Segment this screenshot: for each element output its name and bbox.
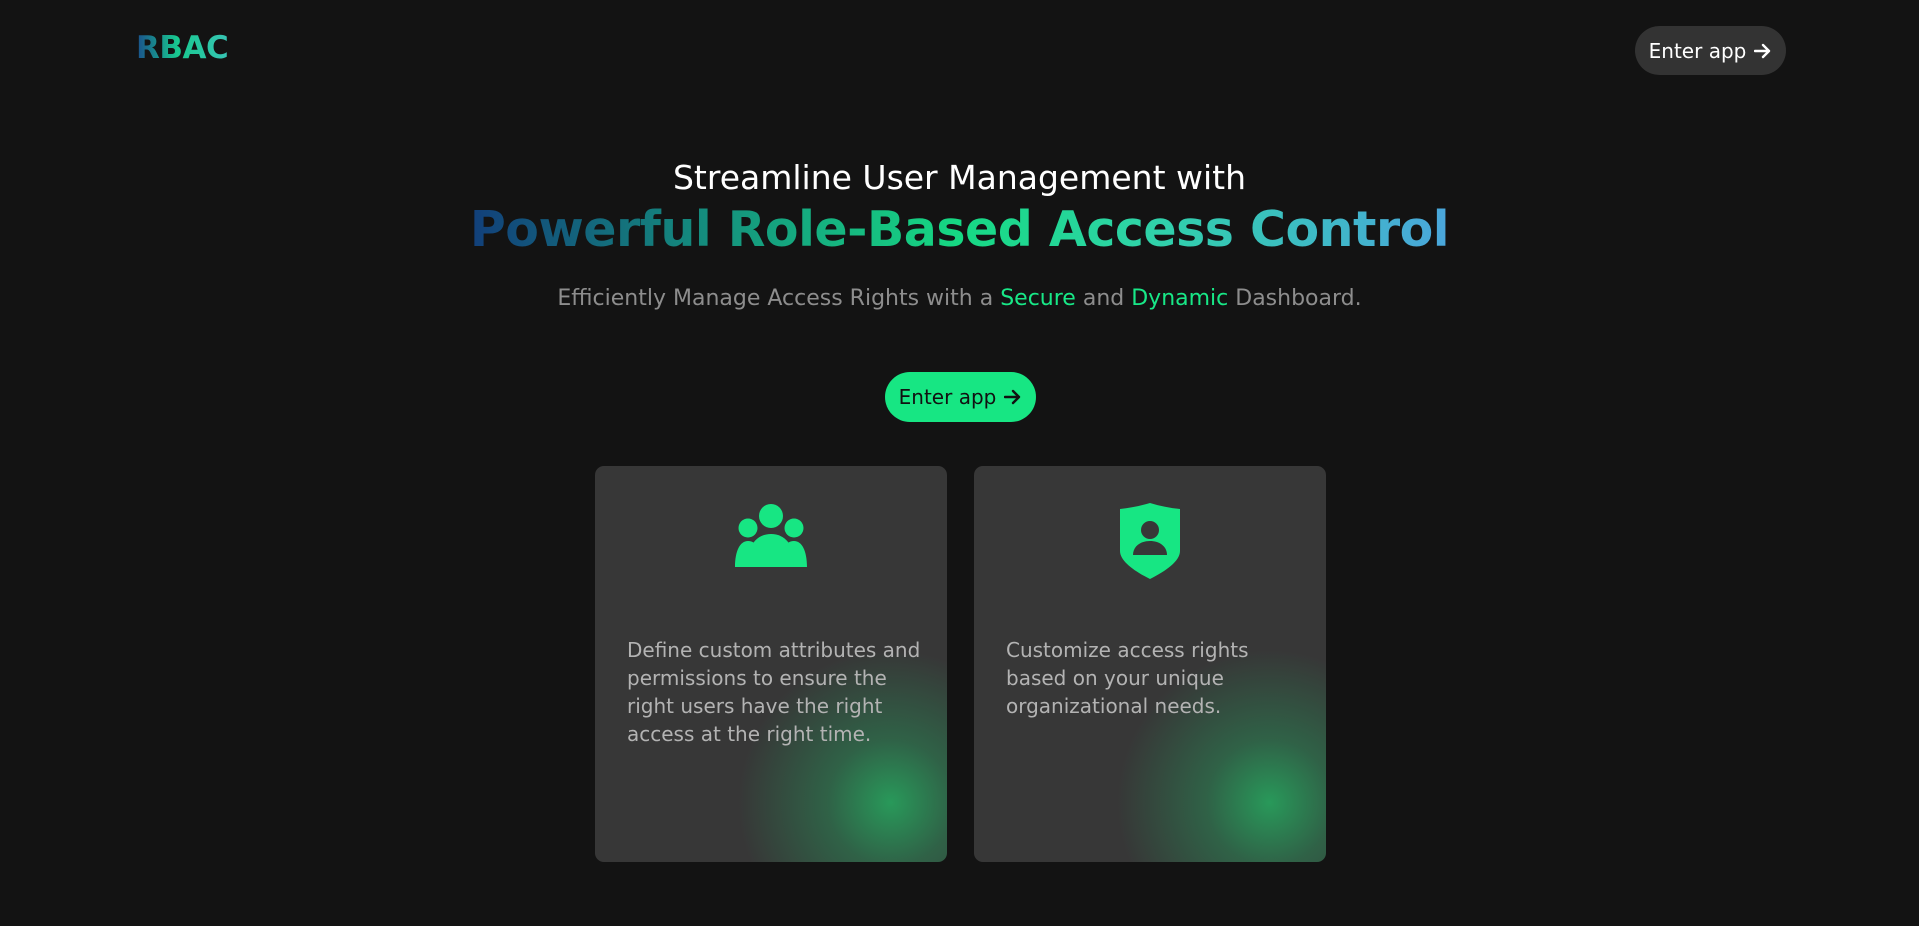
header-enter-app-label: Enter app bbox=[1648, 38, 1747, 63]
shield-user-icon bbox=[974, 503, 1326, 579]
feature-card-access-rights: Customize access rights based on your un… bbox=[974, 466, 1326, 862]
logo[interactable]: RBAC bbox=[136, 30, 229, 66]
hero-enter-app-button[interactable]: Enter app bbox=[885, 372, 1036, 422]
hero-headline: Streamline User Management with bbox=[672, 158, 1247, 197]
hero-title: Powerful Role-Based Access Control bbox=[0, 201, 1919, 258]
arrow-right-icon bbox=[1754, 43, 1772, 59]
subtitle-highlight-dynamic: Dynamic bbox=[1131, 286, 1229, 311]
subtitle-highlight-secure: Secure bbox=[1000, 286, 1076, 311]
hero-title-text: Powerful Role-Based Access Control bbox=[469, 201, 1450, 258]
header-enter-app-button[interactable]: Enter app bbox=[1635, 26, 1786, 75]
hero-subtitle: Efficiently Manage Access Rights with a … bbox=[0, 286, 1919, 311]
users-group-icon bbox=[595, 503, 947, 569]
subtitle-part1: Efficiently Manage Access Rights with a bbox=[557, 286, 1001, 311]
hero-enter-app-label: Enter app bbox=[898, 385, 997, 409]
feature-card-text: Define custom attributes and permissions… bbox=[627, 638, 921, 746]
feature-card-custom-attributes: Define custom attributes and permissions… bbox=[595, 466, 947, 862]
landing-page: RBAC Enter app Streamline User Managemen… bbox=[0, 0, 1919, 926]
subtitle-part3: Dashboard. bbox=[1228, 286, 1362, 311]
feature-card-text: Customize access rights based on your un… bbox=[1006, 638, 1249, 718]
arrow-right-icon bbox=[1004, 389, 1022, 405]
subtitle-part2: and bbox=[1075, 286, 1132, 311]
